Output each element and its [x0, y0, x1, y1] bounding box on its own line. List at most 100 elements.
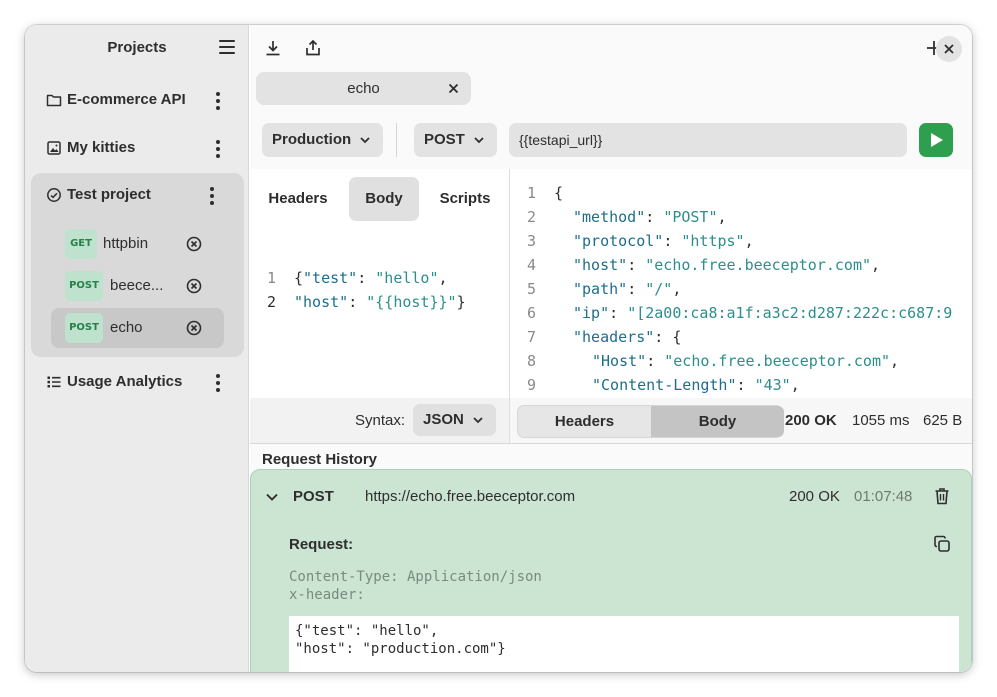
send-request-button[interactable] [919, 123, 953, 157]
history-time: 01:07:48 [854, 488, 913, 505]
request-label: httpbin [103, 235, 149, 252]
line-number: 6 [526, 304, 536, 322]
request-body-line[interactable]: "host": "{{host}}"} [294, 290, 466, 314]
more-options-icon[interactable] [210, 187, 214, 205]
method-badge: GET [65, 229, 97, 259]
response-line: "Content-Length": "43", [592, 376, 800, 394]
close-window-button[interactable] [936, 36, 962, 62]
body-line: "host": "production.com"} [295, 641, 506, 657]
code-key: "method" [573, 208, 646, 226]
response-tab-body[interactable]: Body [651, 406, 784, 437]
line-number: 1 [266, 269, 276, 287]
line-number: 7 [526, 328, 536, 346]
code-key: "Content-Length" [592, 376, 737, 394]
close-icon [944, 44, 954, 54]
request-body-line[interactable]: {"test": "hello", [294, 266, 448, 290]
share-icon[interactable] [304, 39, 322, 57]
header-line: Content-Type: Application/json [289, 569, 542, 585]
trash-icon[interactable] [934, 487, 950, 505]
code-value: "/" [645, 280, 673, 298]
body-line: {"test": "hello", [295, 623, 439, 639]
copy-icon[interactable] [933, 535, 951, 553]
tab-scripts[interactable]: Scripts [430, 177, 500, 221]
chevron-down-icon[interactable] [265, 490, 279, 504]
code-key: "path" [573, 280, 628, 298]
more-options-icon[interactable] [216, 140, 220, 158]
line-number: 5 [526, 280, 536, 298]
code-key: "headers" [573, 328, 655, 346]
code-key: "ip" [573, 304, 610, 322]
request-history: Request History POST https://echo.free.b… [250, 443, 972, 672]
chevron-down-icon [474, 137, 484, 144]
code-key: "test" [303, 269, 358, 287]
sidebar-header: Projects [25, 25, 249, 71]
response-line: "path": "/", [573, 280, 682, 298]
tab-echo[interactable]: echo [256, 72, 471, 105]
sidebar: Projects E-commerce API My kitties Test … [25, 25, 249, 672]
download-icon[interactable] [264, 39, 282, 57]
response-line: "headers": { [573, 328, 682, 346]
project-ecommerce-api[interactable]: E-commerce API [31, 78, 244, 122]
tab-headers[interactable]: Headers [258, 177, 338, 221]
folder-icon [46, 94, 62, 107]
list-icon [47, 376, 61, 388]
code-value: "POST" [663, 208, 718, 226]
syntax-label: Syntax: [355, 412, 406, 429]
image-icon [47, 141, 61, 155]
more-options-icon[interactable] [216, 92, 220, 110]
status-code: 200 OK [785, 412, 837, 429]
chevron-down-icon [360, 137, 370, 144]
history-request-label: Request: [289, 536, 354, 553]
line-number: 9 [526, 376, 536, 394]
project-label: Usage Analytics [67, 373, 183, 390]
history-request-body[interactable]: {"test": "hello", "host": "production.com… [289, 616, 959, 672]
syntax-dropdown[interactable]: JSON [413, 404, 496, 436]
line-number: 2 [526, 208, 536, 226]
environment-label: Production [272, 131, 352, 148]
close-tab-icon[interactable] [448, 83, 459, 94]
project-test-project[interactable]: Test project [31, 173, 244, 217]
request-label: echo [110, 319, 143, 336]
code-punct: } [456, 293, 466, 311]
request-item-echo[interactable]: POST echo [51, 308, 224, 348]
code-key: "host" [294, 293, 349, 311]
code-punct: { [672, 328, 682, 346]
response-pane[interactable]: 1 2 3 4 5 6 7 8 9 { "method": "POST", "p… [509, 169, 972, 398]
url-input[interactable] [509, 123, 907, 157]
code-key: "host" [573, 256, 628, 274]
syntax-value: JSON [423, 411, 464, 428]
history-entry[interactable]: POST https://echo.free.beeceptor.com 200… [250, 469, 972, 672]
remove-request-icon[interactable] [186, 320, 202, 336]
line-number: 3 [526, 232, 536, 250]
response-line: "ip": "[2a00:ca8:a1f:a3c2:d287:222c:c687… [573, 304, 953, 322]
method-label: POST [424, 131, 465, 148]
code-value: "hello" [375, 269, 439, 287]
request-pane: Headers Body Scripts 1 2 {"test": "hello… [250, 169, 509, 398]
response-status-bar: Headers Body 200 OK 1055 ms 625 B [509, 398, 972, 443]
menu-icon[interactable] [219, 40, 235, 54]
more-options-icon[interactable] [216, 374, 220, 392]
header-line: x-header: [289, 587, 365, 603]
remove-request-icon[interactable] [186, 236, 202, 252]
environment-dropdown[interactable]: Production [262, 123, 383, 157]
line-number: 2 [266, 293, 276, 311]
method-dropdown[interactable]: POST [414, 123, 497, 157]
tab-label: echo [347, 80, 380, 97]
method-badge: POST [65, 313, 103, 343]
response-time: 1055 ms [852, 412, 910, 429]
chevron-down-icon [473, 417, 483, 424]
response-tab-headers[interactable]: Headers [518, 406, 651, 437]
history-title: Request History [262, 451, 378, 468]
request-item-beeceptor[interactable]: POST beece... [51, 266, 224, 306]
remove-request-icon[interactable] [186, 278, 202, 294]
main-area: echo Production POST Headers Body Script… [250, 25, 972, 672]
tab-body[interactable]: Body [349, 177, 419, 221]
app-window: Projects E-commerce API My kitties Test … [25, 25, 972, 672]
request-label: beece... [110, 277, 164, 294]
syntax-bar: Syntax: JSON [250, 398, 509, 443]
project-my-kitties[interactable]: My kitties [31, 126, 244, 170]
line-number: 1 [526, 184, 536, 202]
request-item-httpbin[interactable]: GET httpbin [51, 224, 224, 264]
project-usage-analytics[interactable]: Usage Analytics [31, 360, 244, 404]
project-label: My kitties [67, 139, 136, 156]
